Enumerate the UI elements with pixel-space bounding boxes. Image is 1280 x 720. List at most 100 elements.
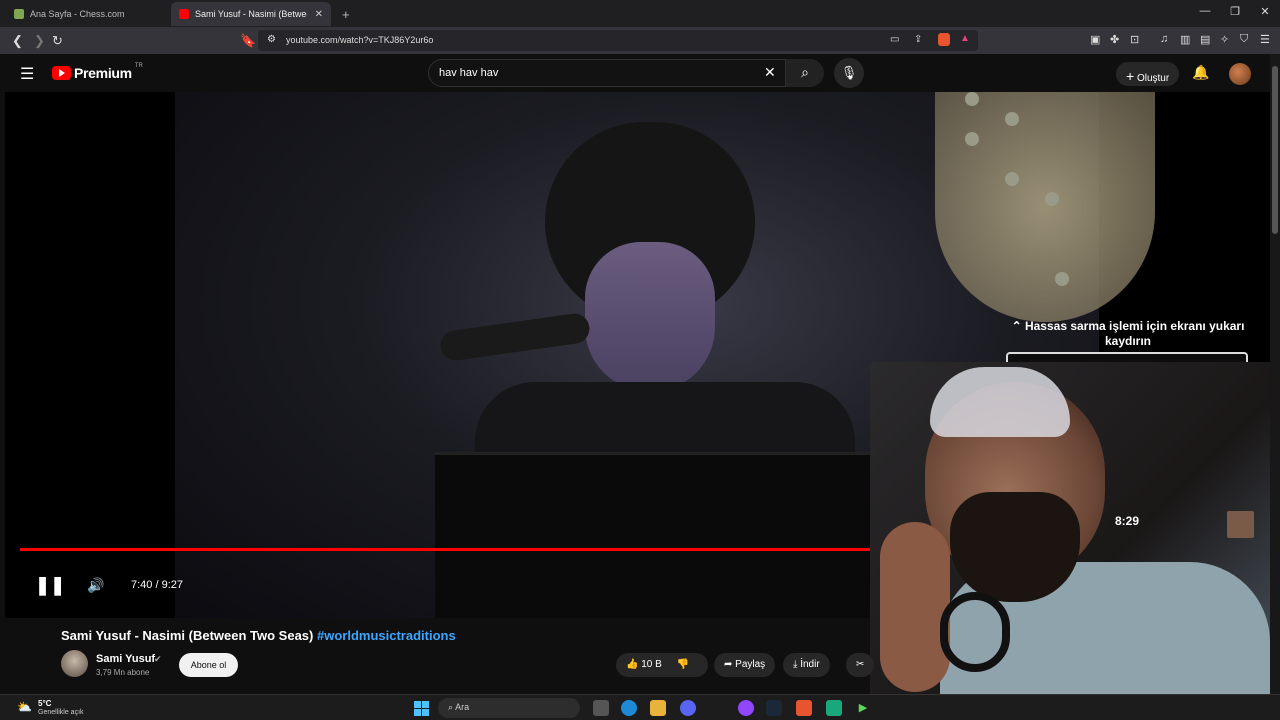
download-button[interactable]: ⤓ İndir bbox=[783, 653, 830, 677]
app-icon[interactable] bbox=[826, 700, 842, 716]
create-button[interactable]: + Oluştur bbox=[1116, 62, 1180, 86]
youtube-favicon-icon bbox=[179, 9, 189, 19]
microphone-icon: 🎙 bbox=[840, 65, 858, 80]
video-title: Sami Yusuf - Nasimi (Between Two Seas) #… bbox=[61, 628, 456, 643]
share-label: Paylaş bbox=[735, 659, 766, 670]
brave-icon[interactable] bbox=[796, 700, 812, 716]
task-view-icon[interactable] bbox=[593, 700, 609, 716]
like-count: 10 B bbox=[641, 659, 662, 670]
browser-menu-icon[interactable]: ☰ bbox=[1260, 33, 1270, 46]
hamburger-menu-icon[interactable]: ☰ bbox=[20, 64, 34, 84]
search-button[interactable]: ⌕ bbox=[786, 59, 824, 87]
tab-chess[interactable]: Ana Sayfa - Chess.com bbox=[6, 2, 170, 26]
puzzle-icon[interactable]: ✤ bbox=[1110, 33, 1119, 46]
headset bbox=[940, 592, 1010, 672]
extension-icon[interactable]: ▣ bbox=[1090, 33, 1100, 46]
scissors-icon: ✂ bbox=[856, 659, 865, 670]
url-bar[interactable]: ⚙ youtube.com/watch?v=TKJ86Y2ur6o ▭ ⇪ ▲ bbox=[258, 30, 978, 51]
subscriber-count: 3,79 Mn abone bbox=[96, 668, 150, 677]
bookmark-icon[interactable]: 🔖 bbox=[240, 33, 256, 49]
scroll-hint: ⌃ Hassas sarma işlemi için ekranı yukarı… bbox=[1010, 319, 1246, 349]
browser-tab-bar: Ana Sayfa - Chess.com Sami Yusuf - Nasim… bbox=[0, 0, 1280, 27]
search-icon: ⌕ bbox=[801, 64, 809, 80]
minimize-icon[interactable]: — bbox=[1190, 5, 1220, 17]
preview-avatar bbox=[1227, 511, 1254, 538]
site-info-icon[interactable]: ⚙ bbox=[267, 34, 276, 45]
webcam-overlay bbox=[870, 362, 1270, 694]
new-tab-button[interactable]: + bbox=[334, 2, 358, 26]
microphone-stand bbox=[438, 311, 592, 363]
clear-search-icon[interactable]: ✕ bbox=[764, 64, 776, 81]
subscribe-button[interactable]: Abone ol bbox=[179, 653, 238, 677]
scroll-hint-text: Hassas sarma işlemi için ekranı yukarı k… bbox=[1024, 319, 1245, 348]
double-chevron-up-icon: ⌃ bbox=[1011, 319, 1022, 333]
tab-title: Ana Sayfa - Chess.com bbox=[30, 9, 125, 19]
preview-time: 8:29 bbox=[1115, 514, 1140, 528]
decor-dot bbox=[1045, 192, 1059, 206]
weather-icon[interactable]: ⛅ bbox=[17, 700, 32, 714]
messenger-icon[interactable] bbox=[738, 700, 754, 716]
rewards-icon[interactable]: ▲ bbox=[960, 33, 970, 44]
chess-favicon-icon bbox=[14, 9, 24, 19]
sidebar-icon[interactable]: ▥ bbox=[1180, 33, 1190, 46]
screenshot-icon[interactable]: ⊡ bbox=[1130, 33, 1139, 46]
time-display: 7:40 / 9:27 bbox=[131, 579, 183, 591]
forward-icon[interactable]: ❯ bbox=[34, 33, 45, 49]
edge-icon[interactable] bbox=[621, 700, 637, 716]
channel-name[interactable]: Sami Yusuf bbox=[96, 653, 155, 665]
windows-logo-icon bbox=[414, 709, 421, 716]
streamer-cap bbox=[930, 367, 1070, 437]
scrollbar-thumb[interactable] bbox=[1272, 66, 1278, 234]
taskbar-search[interactable]: ⌕ Ara bbox=[438, 698, 580, 718]
share-icon: ➦ bbox=[724, 659, 733, 670]
clip-button[interactable]: ✂ bbox=[846, 653, 875, 677]
youtube-play-icon bbox=[52, 66, 71, 80]
singer-face bbox=[585, 242, 715, 392]
music-icon[interactable]: ♫ bbox=[1160, 33, 1168, 45]
play-app-icon[interactable]: ▶ bbox=[855, 700, 871, 716]
wallet-icon[interactable]: ▤ bbox=[1200, 33, 1210, 46]
like-button[interactable]: 👍 10 B 👎 bbox=[616, 653, 708, 677]
cast-icon[interactable]: ▭ bbox=[890, 34, 899, 45]
pause-icon[interactable]: ❚❚ bbox=[35, 575, 65, 596]
decor-dot bbox=[965, 92, 979, 106]
back-icon[interactable]: ❮ bbox=[12, 33, 23, 49]
tab-youtube[interactable]: Sami Yusuf - Nasimi (Between ✕ bbox=[171, 2, 331, 26]
voice-search-button[interactable]: 🎙 bbox=[834, 58, 864, 88]
logo-region: TR bbox=[134, 63, 143, 69]
thumbs-up-icon: 👍 bbox=[626, 659, 639, 670]
verified-icon: ✔ bbox=[154, 654, 162, 664]
weather-description: Genellikle açık bbox=[38, 709, 84, 716]
leo-icon[interactable]: ✧ bbox=[1220, 33, 1229, 46]
start-button[interactable] bbox=[414, 701, 429, 716]
create-label: Oluştur bbox=[1136, 73, 1170, 84]
file-explorer-icon[interactable] bbox=[650, 700, 666, 716]
share-page-icon[interactable]: ⇪ bbox=[914, 34, 922, 45]
streamer-beard bbox=[950, 492, 1080, 602]
close-window-icon[interactable]: ✕ bbox=[1250, 5, 1280, 18]
youtube-premium-logo[interactable]: Premium TR bbox=[52, 63, 143, 81]
vpn-icon[interactable]: ⛉ bbox=[1240, 33, 1248, 46]
search-icon: ⌕ bbox=[448, 702, 454, 712]
account-avatar[interactable] bbox=[1229, 63, 1251, 85]
discord-icon[interactable] bbox=[680, 700, 696, 716]
thumbs-down-icon[interactable]: 👎 bbox=[677, 659, 689, 670]
youtube-header: ☰ Premium TR hav hav hav ✕ ⌕ 🎙 + Oluştur… bbox=[0, 54, 1270, 92]
search-input[interactable]: hav hav hav bbox=[428, 59, 786, 87]
share-button[interactable]: ➦ Paylaş bbox=[714, 653, 776, 677]
reload-icon[interactable]: ↻ bbox=[52, 33, 63, 49]
logo-text: Premium bbox=[74, 65, 132, 81]
notifications-bell-icon[interactable]: 🔔 bbox=[1192, 64, 1209, 81]
maximize-icon[interactable]: ❐ bbox=[1220, 5, 1250, 18]
hashtag-link[interactable]: #worldmusictraditions bbox=[317, 628, 456, 643]
brave-shield-icon[interactable] bbox=[938, 33, 950, 46]
download-label: İndir bbox=[800, 659, 820, 670]
close-tab-icon[interactable]: ✕ bbox=[315, 9, 323, 20]
decor-dot bbox=[1005, 112, 1019, 126]
plus-icon: + bbox=[1126, 68, 1135, 84]
channel-avatar[interactable] bbox=[61, 650, 88, 677]
steam-icon[interactable] bbox=[766, 700, 782, 716]
progress-fill bbox=[20, 548, 1017, 551]
decor-dot bbox=[1055, 272, 1069, 286]
volume-icon[interactable]: 🔊 bbox=[87, 577, 104, 594]
